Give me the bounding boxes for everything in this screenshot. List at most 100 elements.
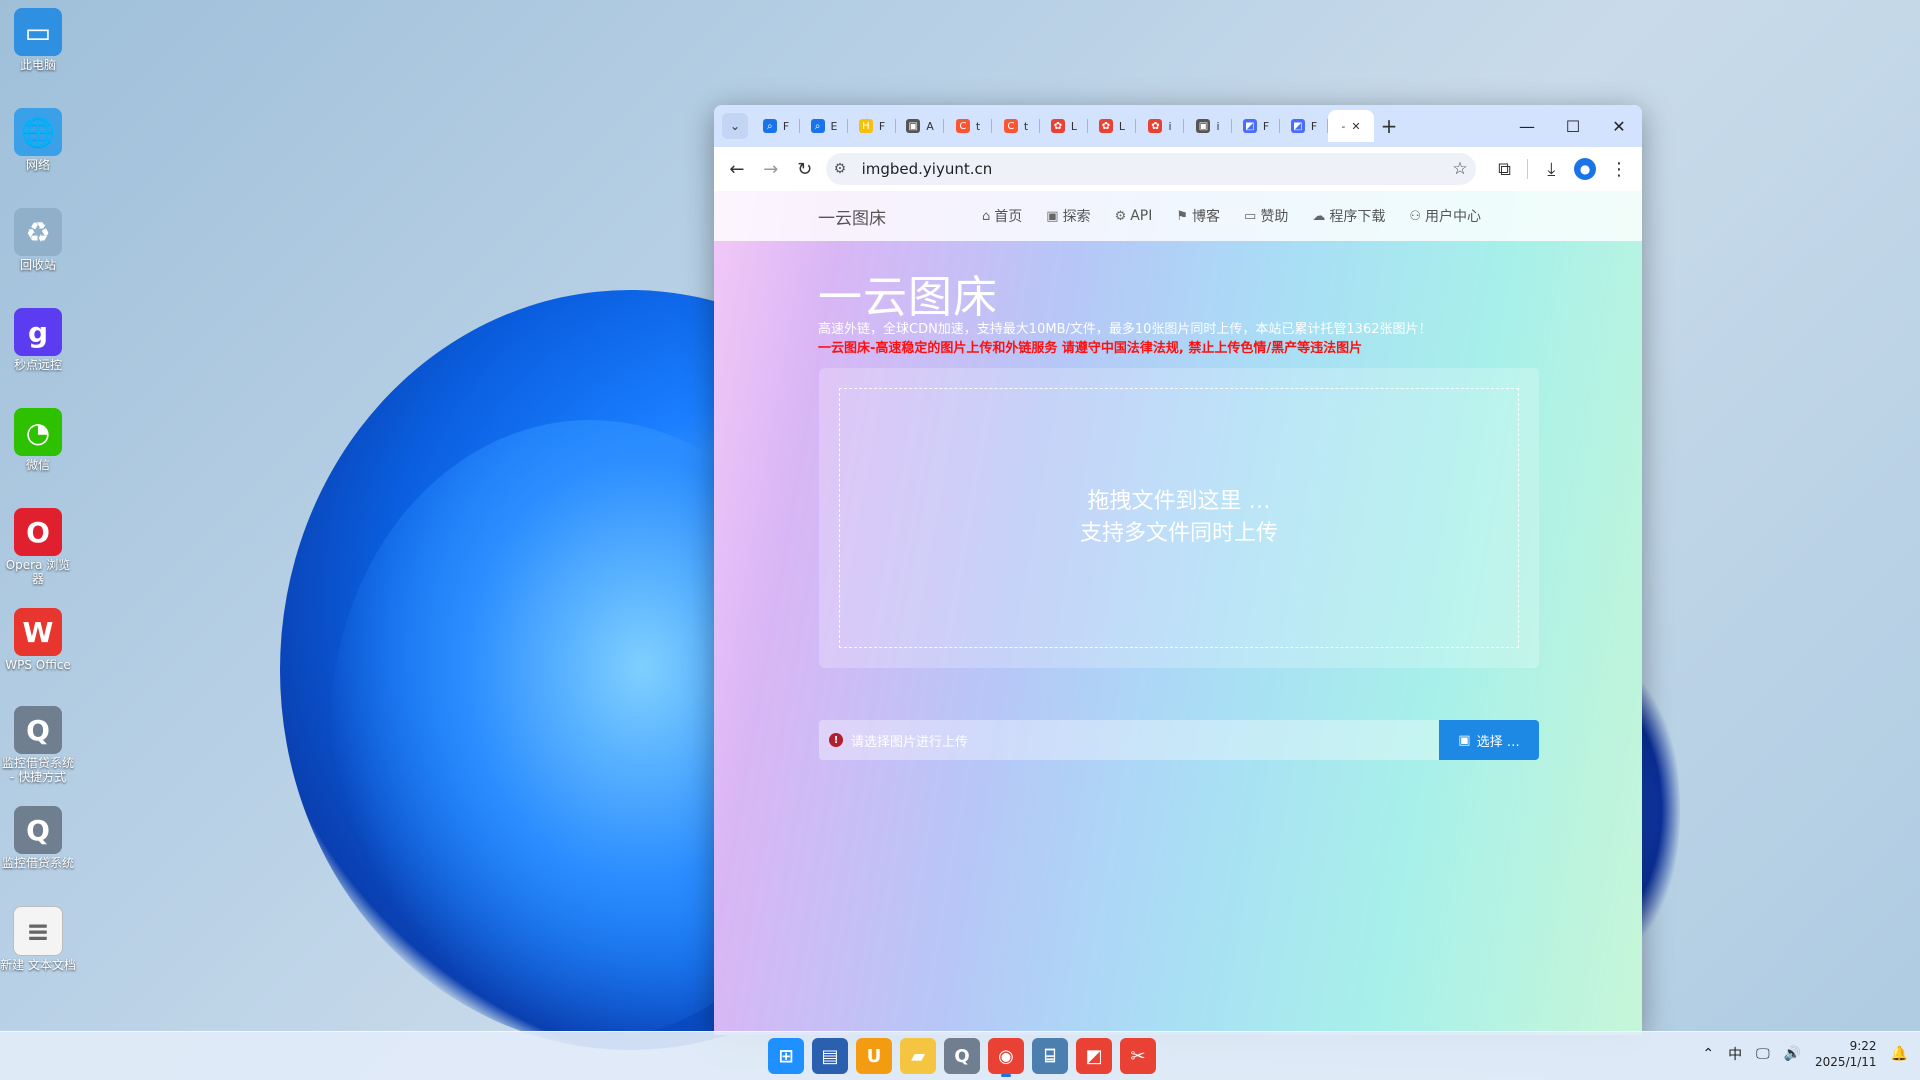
choose-file-label: 选择 …: [1476, 734, 1520, 750]
q-app-icon[interactable]: Q: [944, 1038, 980, 1074]
desktop-icon[interactable]: O Opera 浏览器: [0, 508, 76, 586]
desktop-icon[interactable]: ≡ 新建 文本文档: [0, 906, 76, 972]
bookmark-star-icon[interactable]: ☆: [1452, 159, 1467, 179]
back-icon[interactable]: ←: [720, 151, 754, 187]
browser-tab[interactable]: ▣ A: [896, 110, 944, 142]
browser-tab[interactable]: ✿ L: [1040, 110, 1088, 142]
browser-tab[interactable]: HF: [848, 110, 896, 142]
signpost-icon: ⚑: [1176, 208, 1189, 224]
ime-indicator[interactable]: 中: [1728, 1044, 1742, 1064]
tab-title: L: [1118, 119, 1126, 133]
desktop-icon[interactable]: W WPS Office: [0, 608, 76, 672]
horseshoe-app-icon[interactable]: U: [856, 1038, 892, 1074]
pinwheel-icon: ✿: [1148, 119, 1163, 133]
browser-window: ⌄ ⌕ F ⌕ E H F ▣ A Ct Ct ✿ L ✿ L ✿ i ▣ i ◩ F ◩ F - ✕ + — ☐ ✕ ←…: [714, 105, 1642, 1035]
desktop-icon-label: 监控借贷系统: [1, 856, 74, 870]
web-page: 一云图床 ⌂ 首页 ▣ 探索 ⚙ API ⚑ 博客 ▭ 赞助 ☁ 程序下载 ⚇ 用户中心 一云图床 高速外…: [714, 191, 1642, 1035]
close-window-icon[interactable]: ✕: [1596, 117, 1642, 136]
network-icon: 🌐: [14, 108, 62, 156]
nav-link[interactable]: ▭ 赞助: [1244, 206, 1288, 226]
desktop-icon[interactable]: Q 监控借贷系统: [0, 806, 76, 870]
close-tab-icon[interactable]: ✕: [1351, 120, 1360, 133]
browser-tab[interactable]: ⌕ F: [752, 110, 800, 142]
desktop-icon[interactable]: g 秒点远控: [0, 308, 76, 372]
nav-link[interactable]: ▣ 探索: [1046, 206, 1090, 226]
browser-tab[interactable]: ◩ F: [1280, 110, 1328, 142]
desktop-icon[interactable]: ♻ 回收站: [0, 208, 76, 272]
new-tab-button[interactable]: +: [1374, 114, 1404, 138]
browser-tab[interactable]: ▣ i: [1184, 110, 1232, 142]
gear-icon: ⚙: [1114, 208, 1127, 224]
site-brand[interactable]: 一云图床: [818, 204, 982, 229]
notification-bell-icon[interactable]: 🔔: [1891, 1046, 1908, 1062]
tab-strip: ⌄ ⌕ F ⌕ E H F ▣ A Ct Ct ✿ L ✿ L ✿ i ▣ i ◩ F ◩ F - ✕ + — ☐ ✕: [714, 105, 1642, 147]
browser-tab[interactable]: ◩ F: [1232, 110, 1280, 142]
clock[interactable]: 9:22 2025/1/11: [1815, 1038, 1877, 1070]
minimize-icon[interactable]: —: [1504, 117, 1550, 136]
extensions-icon[interactable]: ⧉: [1488, 151, 1522, 187]
toolbar-divider: [1527, 159, 1529, 179]
snipping-tool-icon[interactable]: ✂: [1120, 1038, 1156, 1074]
site-info-icon[interactable]: ⚙: [834, 161, 862, 177]
desktop-icon[interactable]: Q 监控借贷系统 - 快捷方式: [0, 706, 76, 784]
tab-title: F: [1262, 119, 1270, 133]
chevron-up-icon[interactable]: ⌃: [1702, 1046, 1714, 1062]
dropzone-line-2: 支持多文件同时上传: [1079, 521, 1278, 546]
network-icon[interactable]: 🖵: [1756, 1046, 1770, 1062]
window-controls: — ☐ ✕: [1504, 117, 1642, 136]
recycle-bin-icon: ♻: [14, 208, 62, 256]
desktop-icon[interactable]: ◔ 微信: [0, 408, 76, 472]
desktop-icon[interactable]: ▭ 此电脑: [0, 8, 76, 72]
profile-button[interactable]: ●: [1568, 151, 1602, 187]
file-explorer-icon[interactable]: ▰: [900, 1038, 936, 1074]
desktop-icon-label: 新建 文本文档: [0, 958, 76, 972]
wps-icon: W: [14, 608, 62, 656]
warning-icon: !: [829, 733, 843, 747]
browser-tab[interactable]: ✿ L: [1088, 110, 1136, 142]
user-icon: ⚇: [1409, 208, 1421, 224]
forward-icon[interactable]: →: [754, 151, 788, 187]
browser-tab[interactable]: Ct: [992, 110, 1040, 142]
store-icon[interactable]: ▤: [812, 1038, 848, 1074]
tab-search-dropdown[interactable]: ⌄: [722, 113, 748, 139]
c-icon: C: [1003, 119, 1018, 133]
reload-icon[interactable]: ↻: [788, 151, 822, 187]
desktop-icon-label: 网络: [25, 158, 50, 172]
tab-active[interactable]: - ✕: [1328, 110, 1374, 142]
tab-title: F: [1310, 119, 1318, 133]
maximize-icon[interactable]: ☐: [1550, 117, 1596, 136]
nav-link[interactable]: ⌂ 首页: [982, 206, 1022, 226]
page-title: 一云图床: [818, 272, 998, 323]
browser-tab[interactable]: Ct: [944, 110, 992, 142]
windows-start-icon[interactable]: ⊞: [768, 1038, 804, 1074]
site-navbar: 一云图床 ⌂ 首页 ▣ 探索 ⚙ API ⚑ 博客 ▭ 赞助 ☁ 程序下载 ⚇ 用户中心: [714, 191, 1642, 241]
more-menu-icon[interactable]: ⋮: [1602, 151, 1636, 187]
desktop-icon-label: 微信: [25, 458, 50, 472]
tab-list: ⌕ F ⌕ E H F ▣ A Ct Ct ✿ L ✿ L ✿ i ▣ i ◩ F ◩ F: [752, 110, 1328, 142]
chrome-icon[interactable]: ◉: [988, 1038, 1024, 1077]
download-icon[interactable]: ⤓: [1534, 151, 1568, 187]
tab-title: i: [1216, 119, 1220, 133]
choose-file-button[interactable]: ▣ 选择 …: [1439, 720, 1539, 760]
legal-notice: 一云图床-高速稳定的图片上传和外链服务 请遵守中国法律法规, 禁止上传色情/黑产…: [818, 341, 1363, 356]
browser-tab[interactable]: ✿ i: [1136, 110, 1184, 142]
address-bar[interactable]: ⚙ imgbed.yiyunt.cn ☆: [825, 153, 1476, 185]
nav-link-label: 程序下载: [1329, 209, 1386, 225]
nav-link[interactable]: ⚇ 用户中心: [1409, 206, 1481, 226]
nav-link[interactable]: ⚑ 博客: [1176, 206, 1220, 226]
image-tool-icon[interactable]: ◩: [1076, 1038, 1112, 1074]
nav-link[interactable]: ⚙ API: [1115, 206, 1153, 226]
system-tray: ⌃ 中 🖵 🔊 9:22 2025/1/11 🔔: [1702, 1038, 1908, 1070]
nav-link-label: 赞助: [1260, 209, 1289, 225]
volume-icon[interactable]: 🔊: [1784, 1046, 1801, 1062]
nav-link[interactable]: ☁ 程序下载: [1312, 206, 1385, 226]
tab-title: E: [830, 119, 838, 133]
browser-tab[interactable]: ⌕ E: [800, 110, 848, 142]
desktop-icon[interactable]: 🌐 网络: [0, 108, 76, 172]
q-app-icon: Q: [14, 806, 62, 854]
url-text[interactable]: imgbed.yiyunt.cn: [862, 160, 1453, 178]
tab-title: t: [1023, 119, 1029, 133]
nav-link-label: API: [1130, 208, 1153, 224]
network-tool-icon[interactable]: ⌸: [1032, 1038, 1068, 1074]
upload-dropzone[interactable]: 拖拽文件到这里 … 支持多文件同时上传: [839, 388, 1519, 648]
